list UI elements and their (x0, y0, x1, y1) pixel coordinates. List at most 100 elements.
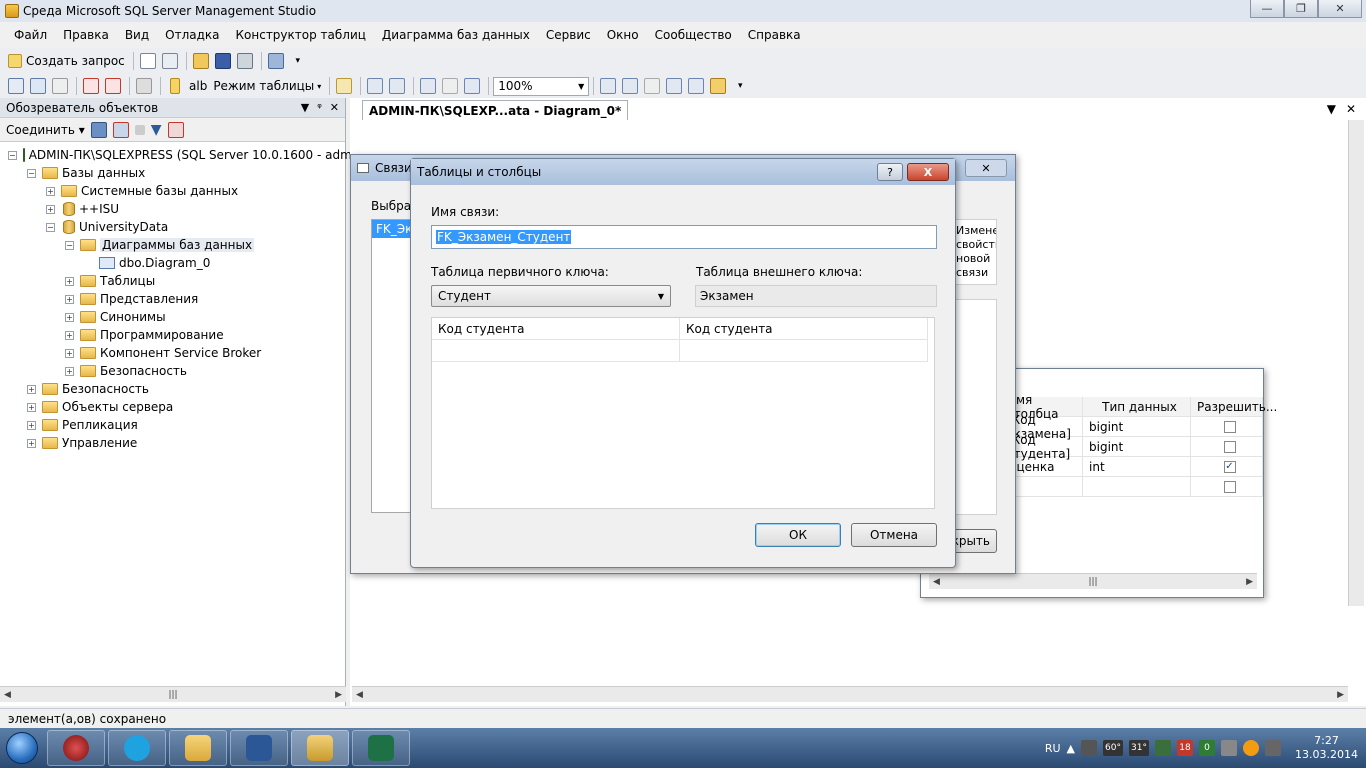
tree-service-broker[interactable]: + Компонент Service Broker (0, 344, 345, 362)
allow-nulls-checkbox[interactable] (1223, 420, 1236, 433)
counter-badge[interactable]: 0 (1199, 740, 1216, 756)
menu-community[interactable]: Сообщество (647, 28, 740, 42)
new-file-button[interactable] (138, 51, 158, 71)
taskbar-skype[interactable] (108, 730, 166, 766)
table-row-type[interactable]: bigint (1083, 437, 1191, 457)
doc-close-icon[interactable]: ✕ (1346, 102, 1356, 116)
expand-icon[interactable]: + (27, 384, 36, 394)
allow-nulls-cell[interactable] (1191, 417, 1263, 437)
columns-mapping-grid[interactable]: Код студента Код студента (431, 317, 935, 509)
allow-nulls-checkbox[interactable] (1223, 480, 1236, 493)
taskbar-explorer[interactable] (169, 730, 227, 766)
toolbar2-overflow[interactable]: ▾ (730, 76, 750, 96)
dialog-close-button[interactable]: X (907, 163, 949, 181)
ok-button[interactable]: ОК (755, 523, 841, 547)
collapse-icon[interactable]: − (8, 150, 17, 160)
calendar-badge[interactable]: 18 (1177, 740, 1194, 756)
tree-server[interactable]: − ADMIN-ПК\SQLEXPRESS (SQL Server 10.0.1… (0, 146, 431, 164)
oe-dropdown-icon[interactable]: ▼ (301, 101, 309, 114)
tree-diagrams[interactable]: − Диаграммы баз данных (0, 236, 345, 254)
delete-table-button[interactable] (81, 76, 101, 96)
tree-tables[interactable]: + Таблицы (0, 272, 345, 290)
clock[interactable]: 7:27 13.03.2014 (1295, 734, 1358, 762)
gpu-temp-badge[interactable]: 31° (1129, 740, 1150, 756)
page-breaks-button[interactable] (418, 76, 438, 96)
save-button[interactable] (213, 51, 233, 71)
volume-icon[interactable] (1221, 740, 1238, 756)
fk-dialog-close-icon[interactable]: ✕ (965, 159, 1007, 177)
menu-help[interactable]: Справка (740, 28, 809, 42)
expand-icon[interactable]: + (27, 420, 36, 430)
tree-db-security[interactable]: + Безопасность (0, 362, 345, 380)
spatial-index-button[interactable] (708, 76, 728, 96)
taskbar-ssms[interactable] (291, 730, 349, 766)
menu-db-diagram[interactable]: Диаграмма баз данных (374, 28, 538, 42)
connect-button[interactable]: Соединить ▾ (6, 123, 85, 137)
expand-icon[interactable]: + (65, 330, 74, 340)
name-view-button[interactable]: alb (187, 76, 209, 96)
canvas-vertical-scrollbar[interactable] (1348, 120, 1364, 606)
menu-file[interactable]: Файл (6, 28, 55, 42)
filter-icon[interactable]: ▼ (151, 122, 162, 138)
xml-index-button[interactable] (664, 76, 684, 96)
fk-column-cell-empty[interactable] (680, 340, 928, 362)
expand-icon[interactable]: + (27, 402, 36, 412)
recalc-breaks-button[interactable] (440, 76, 460, 96)
collapse-icon[interactable]: − (65, 240, 74, 250)
table-mode-button[interactable]: Режим таблицы ▾ (211, 76, 323, 96)
open-button[interactable] (191, 51, 211, 71)
tree-management[interactable]: + Управление (0, 434, 345, 452)
app-tray-icon[interactable] (1243, 740, 1260, 756)
taskbar-excel[interactable] (352, 730, 410, 766)
check-constraints-button[interactable] (686, 76, 706, 96)
connect-icon[interactable] (90, 121, 107, 138)
expand-icon[interactable]: + (46, 186, 55, 196)
format-button[interactable] (334, 76, 354, 96)
add-table-button[interactable] (28, 76, 48, 96)
stop-icon[interactable] (134, 124, 145, 135)
tree-db-university[interactable]: − UniversityData (0, 218, 345, 236)
collapse-icon[interactable]: − (46, 222, 55, 232)
set-primary-key-button[interactable] (165, 76, 185, 96)
table-row-type[interactable]: int (1083, 457, 1191, 477)
pk-table-select[interactable]: Студент ▼ (431, 285, 671, 307)
arrange-selection-button[interactable] (387, 76, 407, 96)
print-button[interactable] (235, 51, 255, 71)
activity-monitor-button[interactable] (266, 51, 286, 71)
expand-icon[interactable]: + (65, 312, 74, 322)
expand-icon[interactable]: + (65, 276, 74, 286)
battery-icon[interactable] (1081, 740, 1098, 756)
expand-icon[interactable]: + (65, 348, 74, 358)
autosize-button[interactable] (462, 76, 482, 96)
cancel-button[interactable]: Отмена (851, 523, 937, 547)
allow-nulls-checkbox-checked[interactable]: ✓ (1223, 460, 1236, 473)
new-query-button[interactable]: Создать запрос (6, 51, 127, 71)
start-button[interactable] (0, 728, 44, 768)
indexes-button[interactable] (620, 76, 640, 96)
arrange-tables-button[interactable] (365, 76, 385, 96)
oe-horizontal-scrollbar[interactable]: ◀ ||| ▶ (0, 686, 346, 702)
taskbar-opera[interactable] (47, 730, 105, 766)
collapse-icon[interactable]: − (27, 168, 36, 178)
grid-horizontal-scrollbar[interactable]: ◀ ||| ▶ (929, 573, 1257, 589)
menu-debug[interactable]: Отладка (157, 28, 227, 42)
oe-close-icon[interactable]: ✕ (330, 101, 339, 114)
expand-icon[interactable]: + (65, 366, 74, 376)
close-window-button[interactable]: ✕ (1318, 0, 1362, 18)
refresh-icon[interactable] (167, 121, 184, 138)
tree-programming[interactable]: + Программирование (0, 326, 345, 344)
menu-view[interactable]: Вид (117, 28, 157, 42)
tree-databases[interactable]: − Базы данных (0, 164, 345, 182)
tree-replication[interactable]: + Репликация (0, 416, 345, 434)
help-button[interactable]: ? (877, 163, 903, 181)
maximize-button[interactable]: ❐ (1284, 0, 1318, 18)
tree-system-databases[interactable]: + Системные базы данных (0, 182, 345, 200)
expand-icon[interactable]: + (65, 294, 74, 304)
allow-nulls-cell[interactable]: ✓ (1191, 457, 1263, 477)
network-icon[interactable] (1155, 740, 1172, 756)
oe-pin-icon[interactable]: ᵠ (317, 101, 322, 114)
zoom-combo[interactable]: 100% ▼ (493, 76, 590, 96)
menu-tools[interactable]: Сервис (538, 28, 599, 42)
allow-nulls-checkbox[interactable] (1223, 440, 1236, 453)
fk-column-cell[interactable]: Код студента (680, 318, 928, 340)
